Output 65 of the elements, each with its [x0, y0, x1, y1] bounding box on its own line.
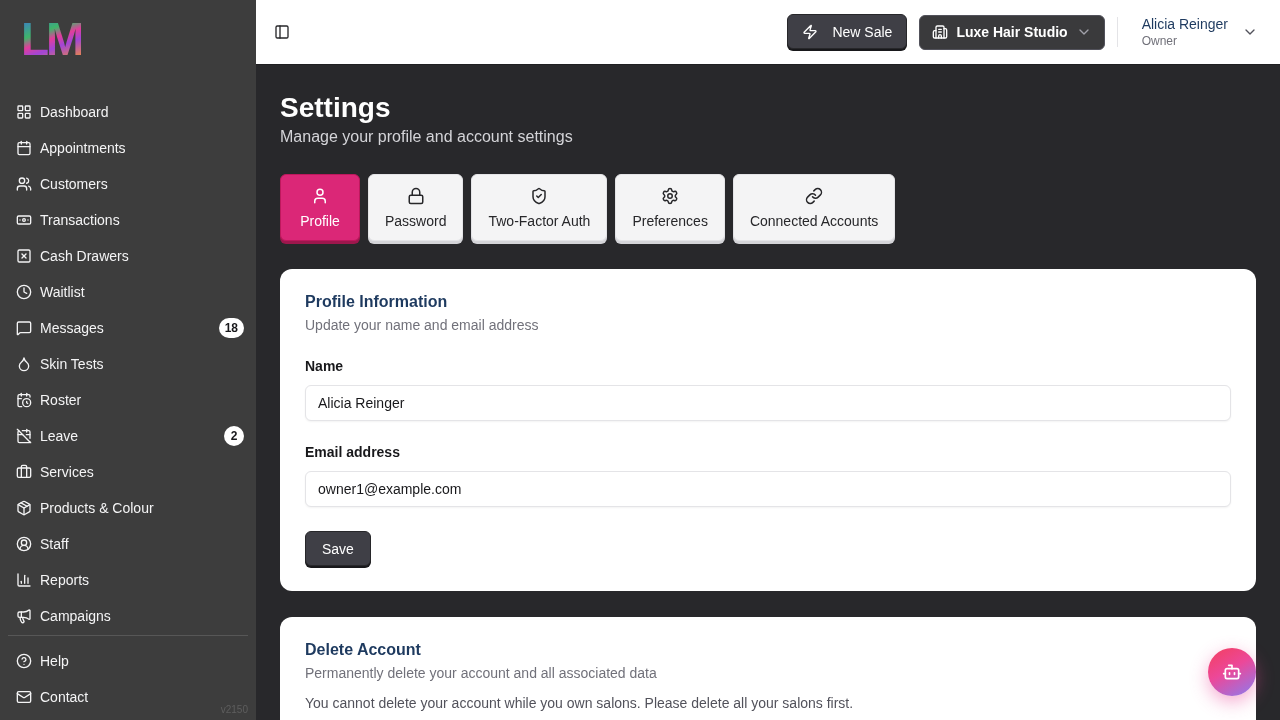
card-description: Update your name and email address	[305, 316, 540, 335]
page-subtitle: Manage your profile and account settings	[280, 127, 574, 147]
sidebar-item[interactable]: Roster	[0, 382, 256, 418]
settings-tab[interactable]: Profile	[280, 174, 360, 241]
bar-chart-icon	[16, 572, 32, 588]
sidebar-item[interactable]: Transactions	[0, 202, 256, 238]
settings-tab[interactable]: Connected Accounts	[732, 174, 896, 241]
sidebar-item[interactable]: Campaigns	[0, 598, 256, 634]
sidebar-item[interactable]: Cash Drawers	[0, 238, 256, 274]
square-x-icon	[16, 248, 32, 264]
count-badge: 18	[218, 318, 244, 338]
settings-tab[interactable]: Preferences	[615, 174, 725, 241]
briefcase-icon	[16, 464, 32, 480]
text-field[interactable]: owner1@example.com	[305, 471, 1231, 507]
clock-icon	[16, 284, 32, 300]
shield-check-icon	[530, 186, 549, 205]
settings-tab[interactable]: Two-Factor Auth	[471, 174, 608, 241]
sidebar-item[interactable]: Contact	[0, 679, 101, 715]
lightning-icon	[802, 23, 819, 40]
sidebar-item[interactable]: Leave 2	[0, 418, 256, 454]
page-title: Settings	[280, 91, 392, 125]
calendar-clock-icon	[16, 392, 32, 408]
calendar-off-icon	[16, 428, 32, 444]
chat-bubble-icon	[16, 320, 32, 336]
sidebar-item[interactable]: Waitlist	[0, 274, 256, 310]
sidebar-item[interactable]: Messages 18	[0, 310, 256, 346]
salon-switcher[interactable]: Luxe Hair Studio	[919, 14, 1105, 50]
sidebar-item[interactable]: Products & Colour	[0, 490, 256, 526]
user-menu-button[interactable]: Alicia Reinger Owner	[1141, 16, 1258, 48]
banknote-icon	[16, 212, 32, 228]
panel-icon	[274, 24, 290, 40]
sidebar-item[interactable]: Services	[0, 454, 256, 490]
mail-icon	[16, 689, 32, 705]
user-icon	[311, 186, 329, 205]
sidebar-item[interactable]: Help	[0, 643, 81, 679]
notice-text: You cannot delete your account while you own salons. Please delete all your salons first.	[305, 694, 855, 713]
save-button[interactable]: Save	[305, 531, 371, 566]
sidebar-item[interactable]: Appointments	[0, 130, 256, 166]
sidebar-item[interactable]: Staff	[0, 526, 256, 562]
megaphone-icon	[16, 608, 32, 624]
users-icon	[16, 176, 32, 192]
settings-icon	[661, 186, 680, 205]
settings-tab[interactable]: Password	[368, 174, 464, 241]
sidebar-item[interactable]: Reports	[0, 562, 256, 598]
user-circle-icon	[16, 536, 32, 552]
building-icon	[932, 24, 949, 40]
lock-icon	[406, 186, 425, 205]
help-icon	[16, 653, 32, 669]
card-title: Profile Information	[305, 292, 449, 312]
card-description: Permanently delete your account and all associated data	[305, 664, 658, 683]
bot-icon	[1222, 662, 1242, 682]
field-label: Name	[305, 357, 345, 376]
grid-icon	[16, 104, 32, 120]
sidebar-item[interactable]: Skin Tests	[0, 346, 256, 382]
new-sale-button[interactable]: New Sale	[787, 14, 908, 49]
text-field[interactable]: Alicia Reinger	[305, 385, 1231, 421]
sidebar-item[interactable]: Dashboard	[0, 94, 256, 130]
calendar-icon	[16, 140, 32, 156]
count-badge: 2	[224, 426, 244, 446]
field-label: Email address	[305, 443, 401, 462]
sidebar-item[interactable]: Customers	[0, 166, 256, 202]
card-title: Delete Account	[305, 640, 422, 660]
link-icon	[805, 186, 824, 205]
droplet-icon	[16, 356, 32, 372]
package-icon	[16, 500, 32, 516]
